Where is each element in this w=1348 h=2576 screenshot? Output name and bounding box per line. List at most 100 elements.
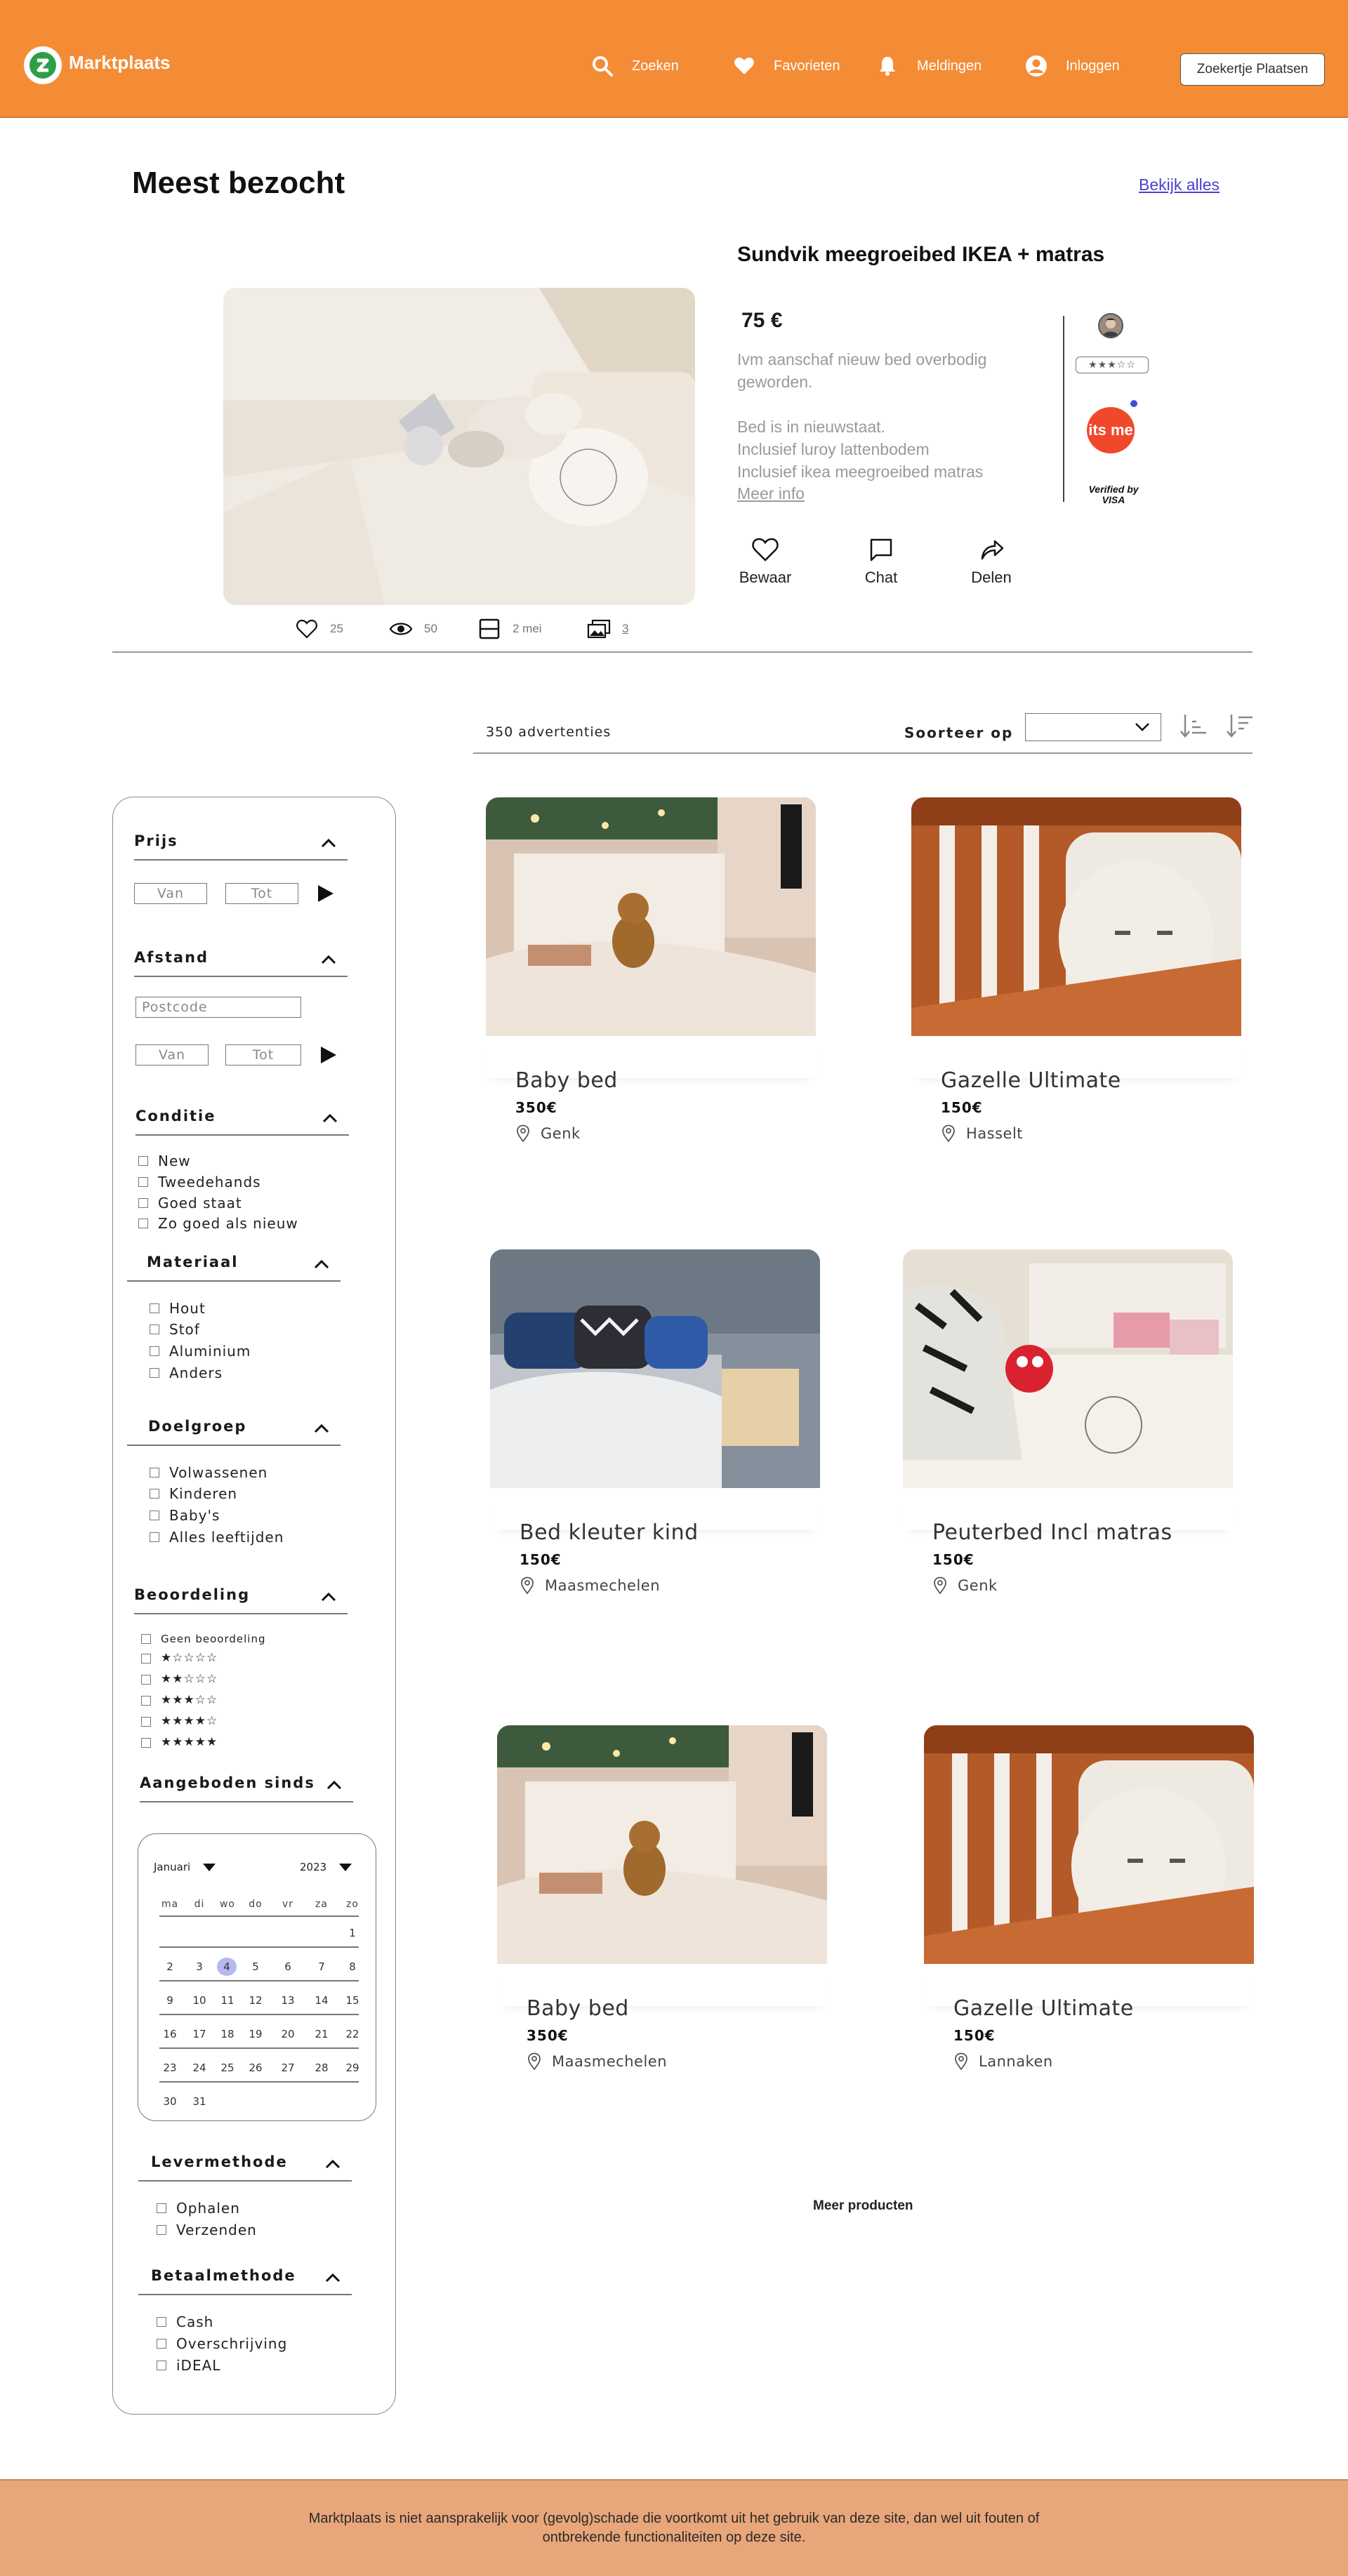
calendar-day[interactable]: 18 — [217, 2025, 238, 2043]
checkbox[interactable] — [141, 1695, 151, 1706]
payment-option[interactable]: Overschrijving — [157, 2335, 287, 2352]
rating-option[interactable]: ★★☆☆☆ — [141, 1673, 218, 1685]
calendar-day[interactable]: 2 — [159, 1958, 180, 1976]
filter-heading-payment[interactable]: Betaalmethode — [138, 2267, 352, 2295]
checkbox[interactable] — [141, 1634, 151, 1644]
product-title[interactable]: Peuterbed Incl matras — [932, 1520, 1172, 1545]
distance-from-input[interactable]: Van — [136, 1044, 209, 1065]
postcode-input[interactable]: Postcode — [136, 997, 301, 1018]
calendar-day[interactable]: 9 — [159, 1991, 180, 2010]
rating-option[interactable]: ★☆☆☆☆ — [141, 1652, 218, 1664]
audience-option[interactable]: Volwassenen — [150, 1464, 267, 1481]
product-card[interactable]: Gazelle Ultimate 150€ Hasselt — [911, 797, 1241, 1143]
product-title[interactable]: Gazelle Ultimate — [941, 1068, 1121, 1093]
more-info-link[interactable]: Meer info — [737, 484, 805, 503]
product-card[interactable]: Gazelle Ultimate 150€ Lannaken — [924, 1725, 1254, 2071]
featured-photo[interactable] — [223, 288, 695, 605]
calendar-day[interactable]: 8 — [342, 1958, 363, 1976]
checkbox[interactable] — [150, 1346, 159, 1356]
checkbox[interactable] — [138, 1156, 148, 1166]
product-title[interactable]: Gazelle Ultimate — [953, 1996, 1134, 2021]
calendar-day[interactable]: 12 — [245, 1991, 266, 2010]
save-button[interactable]: Bewaar — [730, 533, 800, 587]
photos-stat[interactable]: 3 — [587, 618, 628, 640]
calendar-day[interactable]: 15 — [342, 1991, 363, 2010]
calendar-day[interactable]: 19 — [245, 2025, 266, 2043]
sort-ascending-icon[interactable] — [1178, 710, 1209, 741]
product-photo[interactable] — [924, 1725, 1254, 1964]
product-card[interactable]: Baby bed 350€ Maasmechelen — [497, 1725, 827, 2071]
condition-option[interactable]: New — [138, 1153, 191, 1169]
checkbox[interactable] — [150, 1532, 159, 1542]
seller-avatar[interactable] — [1098, 313, 1123, 338]
calendar-day[interactable]: 10 — [189, 1991, 210, 2010]
calendar-day[interactable]: 28 — [311, 2059, 332, 2077]
checkbox[interactable] — [150, 1368, 159, 1378]
payment-option[interactable]: Cash — [157, 2313, 213, 2330]
product-title[interactable]: Bed kleuter kind — [520, 1520, 699, 1545]
marktplaats-logo-icon[interactable] — [24, 46, 62, 84]
product-card[interactable]: Peuterbed Incl matras 150€ Genk — [903, 1249, 1233, 1595]
calendar-day[interactable]: 1 — [342, 1924, 363, 1942]
filter-heading-condition[interactable]: Conditie — [136, 1108, 349, 1136]
checkbox[interactable] — [141, 1716, 151, 1727]
calendar-day[interactable]: 23 — [159, 2059, 180, 2077]
rating-option[interactable]: ★★★☆☆ — [141, 1694, 218, 1706]
audience-option[interactable]: Baby's — [150, 1507, 220, 1524]
checkbox[interactable] — [150, 1511, 159, 1520]
delivery-option[interactable]: Verzenden — [157, 2222, 257, 2238]
material-option[interactable]: Stof — [150, 1321, 200, 1338]
product-title[interactable]: Baby bed — [515, 1068, 618, 1093]
sort-dropdown[interactable] — [1025, 713, 1161, 741]
calendar-day[interactable]: 7 — [311, 1958, 332, 1976]
nav-favorites[interactable]: Favorieten — [733, 53, 840, 79]
product-photo[interactable] — [903, 1249, 1233, 1488]
nav-notifications[interactable]: Meldingen — [876, 53, 982, 79]
filter-heading-rating[interactable]: Beoordeling — [134, 1586, 348, 1614]
checkbox[interactable] — [150, 1468, 159, 1478]
checkbox[interactable] — [138, 1198, 148, 1208]
condition-option[interactable]: Goed staat — [138, 1195, 242, 1211]
calendar-day[interactable]: 22 — [342, 2025, 363, 2043]
rating-option[interactable]: ★★★★☆ — [141, 1715, 218, 1727]
price-to-input[interactable]: Tot — [225, 883, 298, 904]
featured-title[interactable]: Sundvik meegroeibed IKEA + matras — [737, 243, 1104, 267]
chat-button[interactable]: Chat — [846, 533, 916, 587]
checkbox[interactable] — [141, 1737, 151, 1748]
year-select[interactable]: 2023 — [300, 1861, 352, 1873]
product-card[interactable]: Baby bed 350€ Genk — [486, 797, 816, 1143]
calendar-day[interactable]: 20 — [277, 2025, 298, 2043]
calendar-day[interactable]: 30 — [159, 2092, 180, 2111]
material-option[interactable]: Hout — [150, 1300, 206, 1317]
checkbox[interactable] — [157, 2317, 166, 2327]
view-all-link[interactable]: Bekijk alles — [1139, 175, 1220, 194]
product-photo[interactable] — [486, 797, 816, 1036]
calendar-day[interactable]: 6 — [277, 1958, 298, 1976]
calendar-day[interactable]: 21 — [311, 2025, 332, 2043]
sort-descending-icon[interactable] — [1224, 710, 1255, 741]
checkbox[interactable] — [138, 1177, 148, 1187]
checkbox[interactable] — [157, 2339, 166, 2349]
calendar-day[interactable]: 16 — [159, 2025, 180, 2043]
calendar-day-selected[interactable]: 4 — [217, 1958, 237, 1976]
checkbox[interactable] — [138, 1219, 148, 1228]
calendar-day[interactable]: 25 — [217, 2059, 238, 2077]
nav-search[interactable]: Zoeken — [591, 53, 679, 79]
calendar-day[interactable]: 26 — [245, 2059, 266, 2077]
filter-heading-audience[interactable]: Doelgroep — [127, 1418, 341, 1446]
play-icon[interactable] — [314, 883, 335, 904]
nav-login[interactable]: Inloggen — [1025, 53, 1120, 79]
calendar-day[interactable]: 13 — [277, 1991, 298, 2010]
calendar-day[interactable]: 29 — [342, 2059, 363, 2077]
filter-heading-price[interactable]: Prijs — [134, 832, 348, 861]
distance-to-input[interactable]: Tot — [225, 1044, 301, 1065]
checkbox[interactable] — [150, 1303, 159, 1313]
checkbox[interactable] — [150, 1324, 159, 1334]
audience-option[interactable]: Alles leeftijden — [150, 1529, 284, 1546]
calendar-day[interactable]: 5 — [245, 1958, 266, 1976]
material-option[interactable]: Anders — [150, 1365, 223, 1381]
product-photo[interactable] — [490, 1249, 820, 1488]
filter-heading-distance[interactable]: Afstand — [134, 949, 348, 977]
calendar-day[interactable]: 31 — [189, 2092, 210, 2111]
checkbox[interactable] — [157, 2361, 166, 2370]
